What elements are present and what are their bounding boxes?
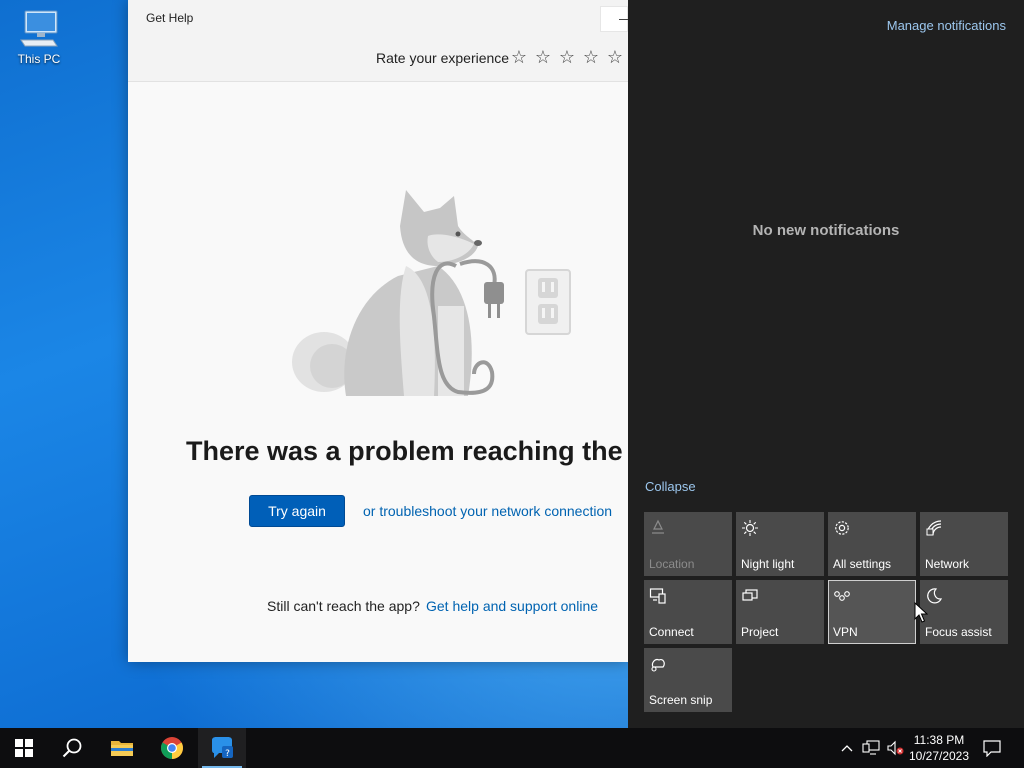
scissors-icon [651,658,665,672]
mouse-cursor-icon [914,602,928,623]
folder-icon [111,741,133,756]
star-4-icon[interactable]: ☆ [582,47,600,67]
troubleshoot-network-link[interactable]: or troubleshoot your network connection [363,503,612,519]
desktop-icon-label: This PC [17,52,61,66]
chevron-up-icon [841,745,853,752]
taskbar: ? 11:38 PM 10/27/2023 [0,728,1024,768]
manage-notifications-link[interactable]: Manage notifications [887,18,1006,33]
tile-label: Location [649,557,695,571]
quick-action-focus-assist[interactable]: Focus assist [920,580,1008,644]
taskbar-clock[interactable]: 11:38 PM 10/27/2023 [904,732,974,764]
tile-label: VPN [833,625,858,639]
quick-action-screen-snip[interactable]: Screen snip [644,648,732,712]
rating-bar: Rate your experience ☆ ☆ ☆ ☆ ☆ [128,36,628,82]
action-center-button[interactable] [978,728,1006,768]
quick-action-vpn[interactable]: VPN [828,580,916,644]
project-icon [742,589,758,601]
windows-icon [15,739,33,757]
action-center-panel: Manage notifications No new notification… [628,0,1024,728]
tray-volume[interactable] [884,728,906,768]
chrome-icon [161,737,183,759]
quick-action-connect[interactable]: Connect [644,580,732,644]
star-rating[interactable]: ☆ ☆ ☆ ☆ ☆ [510,47,624,67]
clock-time: 11:38 PM [913,733,965,747]
search-button[interactable] [48,728,96,768]
tile-label: Network [925,557,970,571]
start-button[interactable] [0,728,48,768]
quick-action-night-light[interactable]: Night light [736,512,824,576]
gear-icon [835,521,849,535]
quick-action-location[interactable]: Location [644,512,732,576]
quick-action-all-settings[interactable]: All settings [828,512,916,576]
show-hidden-icons-button[interactable] [838,728,856,768]
network-icon [926,520,942,536]
location-icon [652,519,664,534]
brightness-icon [742,520,758,536]
minimize-button[interactable] [600,6,628,32]
desktop-icon-this-pc[interactable]: This PC [10,8,68,74]
star-2-icon[interactable]: ☆ [534,47,552,67]
search-icon [62,738,82,758]
get-help-window: Get Help Rate your experience ☆ ☆ ☆ ☆ ☆ [128,0,628,662]
tile-label: Night light [741,557,795,571]
help-support-online-link[interactable]: Get help and support online [426,598,598,614]
get-help-icon: ? [212,737,233,759]
dog-unplugged-illustration [292,190,571,396]
tile-label: Connect [649,625,694,639]
volume-muted-icon [887,740,904,756]
tray-network[interactable] [860,728,882,768]
no-notifications-message: No new notifications [752,222,900,239]
tile-label: Project [741,625,779,639]
window-title: Get Help [146,11,194,25]
svg-text:?: ? [225,749,230,759]
collapse-link[interactable]: Collapse [645,479,696,494]
star-1-icon[interactable]: ☆ [510,47,528,67]
tile-label: All settings [833,557,892,571]
tile-label: Focus assist [925,625,992,639]
try-again-button[interactable]: Try again [249,495,345,527]
clock-date: 10/27/2023 [908,749,970,763]
rate-experience-label: Rate your experience [376,50,510,66]
connect-icon [649,588,666,604]
window-titlebar[interactable]: Get Help [128,0,628,36]
notification-icon [983,740,1001,757]
quick-action-project[interactable]: Project [736,580,824,644]
still-cant-reach-text: Still can't reach the app? [267,598,420,614]
taskbar-file-explorer[interactable] [98,728,146,768]
vpn-icon [834,591,850,601]
taskbar-chrome[interactable] [148,728,196,768]
star-3-icon[interactable]: ☆ [558,47,576,67]
star-5-icon[interactable]: ☆ [606,47,624,67]
computer-icon [20,10,58,47]
network-wired-icon [862,740,880,755]
taskbar-get-help[interactable]: ? [198,728,246,768]
quick-action-network[interactable]: Network [920,512,1008,576]
tile-label: Screen snip [649,693,713,707]
error-headline: There was a problem reaching the a [186,436,628,466]
